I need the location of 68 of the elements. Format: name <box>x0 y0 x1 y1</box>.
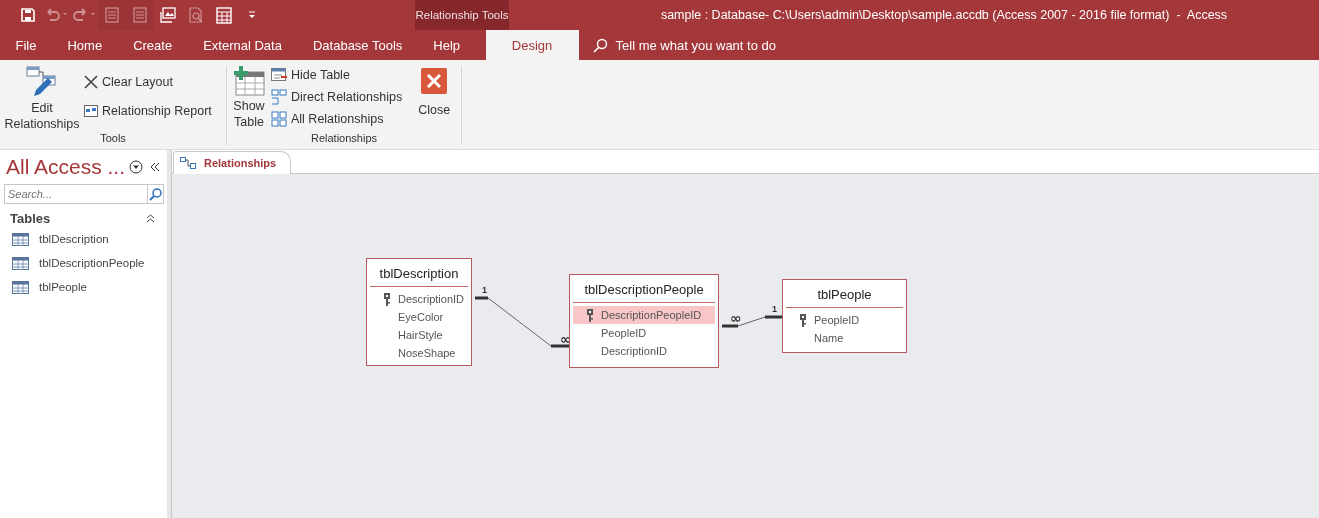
ribbon-tab[interactable]: Home <box>51 30 118 60</box>
report-icon <box>84 104 98 117</box>
ribbon-button[interactable]: Edit Relationships <box>4 66 80 132</box>
nav-item[interactable]: tblDescription <box>0 227 167 251</box>
field-row[interactable]: DescriptionPeopleID <box>573 306 715 324</box>
ribbon-button[interactable]: Relationship Report <box>84 102 212 119</box>
table-icon[interactable] <box>216 6 232 24</box>
save-icon[interactable] <box>21 8 35 22</box>
field-row[interactable]: PeopleID <box>786 311 903 329</box>
close-icon <box>421 68 448 94</box>
table-box[interactable]: tblDescription DescriptionID EyeColor HairStyle NoseShape <box>366 258 472 366</box>
field-row[interactable]: DescriptionID <box>573 342 715 360</box>
tell-me-field[interactable]: Tell me what you want to do <box>578 30 776 60</box>
field-row[interactable]: NoseShape <box>370 344 468 362</box>
field-row[interactable]: DescriptionID <box>370 290 468 308</box>
show-table-icon <box>233 66 265 96</box>
cardinality-label: ∞ <box>730 310 742 326</box>
edit-relationships-icon <box>26 66 58 98</box>
table-icon <box>12 280 29 294</box>
picture-icon[interactable] <box>160 7 176 23</box>
search-button[interactable] <box>147 184 164 204</box>
ribbon-button[interactable]: Clear Layout <box>84 73 212 90</box>
relationship-line[interactable] <box>720 315 784 328</box>
ribbon-button[interactable]: Show Table <box>231 66 267 130</box>
group-header[interactable]: Tables <box>10 210 51 226</box>
relationships-icon <box>180 157 196 169</box>
table-box[interactable]: tblDescriptionPeople DescriptionPeopleID PeopleID DescriptionID <box>569 274 719 368</box>
table-title: tblPeople <box>816 286 873 304</box>
search-icon <box>592 37 608 53</box>
ribbon-tab[interactable]: File <box>0 30 52 60</box>
ribbon-tab[interactable]: Help <box>417 30 476 60</box>
close-x-icon <box>84 74 98 89</box>
nav-item[interactable]: tblDescriptionPeople <box>0 251 167 275</box>
ribbon-tab[interactable]: Database Tools <box>297 30 418 60</box>
contextual-tab-label: Relationship Tools <box>415 0 509 30</box>
document-tab[interactable]: Relationships <box>173 151 292 174</box>
customize-icon[interactable] <box>248 10 256 20</box>
field-row[interactable]: HairStyle <box>370 326 468 344</box>
group-label: Tools <box>99 132 127 145</box>
field-row[interactable]: PeopleID <box>573 324 715 342</box>
search-field[interactable]: Search... <box>4 184 147 204</box>
ribbon-button[interactable]: Hide Table <box>271 66 403 83</box>
table-title: tblDescription <box>378 265 460 283</box>
cardinality-label: 1 <box>772 304 777 314</box>
cardinality-label: 1 <box>482 285 487 295</box>
ribbon-button[interactable]: All Relationships <box>271 110 403 127</box>
all-relationships-icon <box>271 110 287 127</box>
field-row[interactable]: EyeColor <box>370 308 468 326</box>
collapse-icon[interactable] <box>146 213 155 223</box>
nav-item[interactable]: tblPeople <box>0 275 167 299</box>
window-title: sample : Database- C:\Users\admin\Desktop\sample.accdb (Access 2007 - 2016 file format) - Access <box>659 8 1229 22</box>
group-label: Relationships <box>309 132 378 145</box>
hide-table-icon <box>271 67 287 82</box>
collapse-pane-icon[interactable] <box>150 162 160 172</box>
table-box[interactable]: tblPeople PeopleID Name <box>782 279 907 353</box>
direct-relationships-icon <box>271 88 287 105</box>
table-icon <box>12 256 29 270</box>
field-row[interactable]: Name <box>786 329 903 347</box>
ribbon-button[interactable]: Direct Relationships <box>271 88 403 105</box>
search-icon <box>149 187 162 201</box>
pane-title: All Access ... <box>6 155 127 179</box>
ribbon-tab[interactable]: External Data <box>187 30 298 60</box>
table-title: tblDescriptionPeople <box>583 281 705 299</box>
ribbon-tab[interactable]: Create <box>117 30 188 60</box>
dropdown-icon[interactable] <box>129 160 143 174</box>
ribbon-tab[interactable]: Design <box>485 30 579 60</box>
ribbon-button[interactable]: Close <box>416 66 453 118</box>
table-icon <box>12 232 29 246</box>
